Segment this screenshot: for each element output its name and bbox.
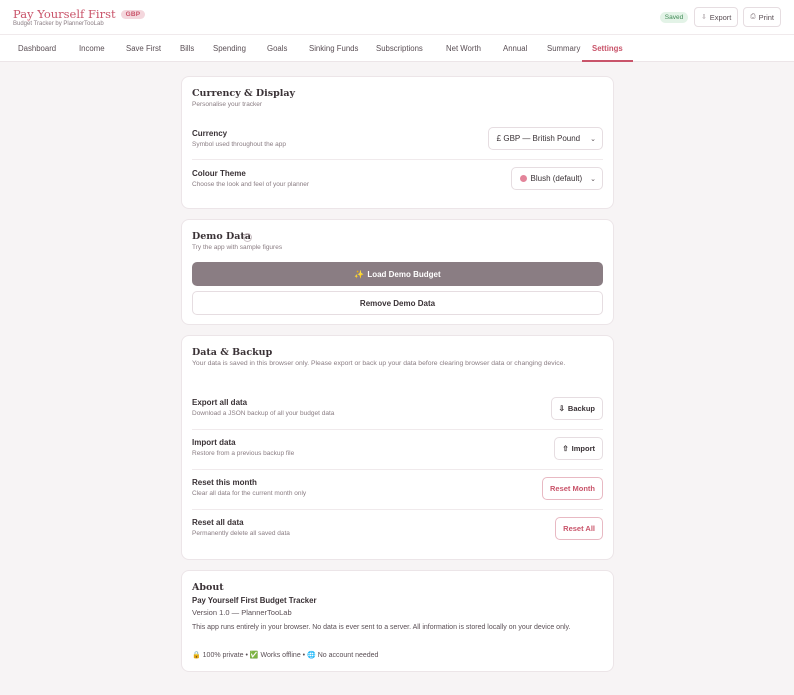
card-title: About [192,582,224,593]
theme-select[interactable]: Blush (default) ⌄ [510,167,603,190]
load-demo-label: Load Demo Budget [367,269,441,279]
reset-month-title: Reset this month [192,478,257,487]
about-card: About Pay Yourself First Budget Tracker … [181,570,614,672]
help-icon[interactable]: ? [243,233,252,242]
data-backup-card: Data & Backup Your data is saved in this… [181,335,614,560]
tab-income[interactable]: Income [79,35,105,62]
reset-all-title: Reset all data [192,518,244,527]
sparkles-icon: ✨ [354,269,365,279]
download-icon: ⇩ [701,14,707,21]
currency-label: Currency [192,129,228,138]
reset-month-button[interactable]: Reset Month [542,477,603,500]
tab-subscriptions[interactable]: Subscriptions [376,35,423,62]
card-subtitle: Try the app with sample figures [192,244,283,251]
backup-description: Your data is saved in this browser only.… [192,360,566,367]
reset-all-description: Permanently delete all saved data [192,530,290,537]
backup-button[interactable]: ⇩ Backup [550,397,603,420]
backup-label: Backup [567,404,595,413]
about-description: This app runs entirely in your browser. … [192,624,571,631]
currency-description: Symbol used throughout the app [192,141,286,148]
app-title: Pay Yourself First [13,7,116,21]
brand: Pay Yourself First GBP Budget Tracker by … [13,7,146,27]
tab-goals[interactable]: Goals [267,35,287,62]
theme-color-dot [519,175,527,182]
import-description: Restore from a previous backup file [192,450,295,457]
about-app-name: Pay Yourself First Budget Tracker [192,596,317,605]
export-all-title: Export all data [192,398,248,407]
card-title: Currency & Display [192,88,296,99]
remove-demo-data-button[interactable]: Remove Demo Data [192,291,603,315]
card-subtitle: Personalise your tracker [192,101,263,108]
about-features: 🔒 100% private • ✅ Works offline • 🌐 No … [192,652,379,659]
tab-settings[interactable]: Settings [582,35,633,62]
chevron-down-icon: ⌄ [590,135,596,143]
print-button[interactable]: ⎙ Print [743,7,781,27]
currency-badge: GBP [120,9,146,19]
tab-spending[interactable]: Spending [213,35,246,62]
header-actions: Saved ⇩ Export ⎙ Print [659,7,781,27]
saved-status-badge: Saved [659,11,689,23]
theme-label: Colour Theme [192,169,246,178]
tab-dashboard[interactable]: Dashboard [18,35,56,62]
import-title: Import data [192,438,236,447]
download-icon: ⇩ [558,404,565,413]
export-all-description: Download a JSON backup of all your budge… [192,410,335,417]
currency-select[interactable]: £ GBP — British Pound ⌄ [487,127,603,150]
reset-all-button[interactable]: Reset All [555,517,603,540]
export-button[interactable]: ⇩ Export [694,7,739,27]
import-button[interactable]: ⇧ Import [554,437,603,460]
card-title: Data & Backup [192,347,273,358]
divider [192,509,603,510]
currency-display-card: Currency & Display Personalise your trac… [181,76,614,209]
divider [192,159,603,160]
reset-month-description: Clear all data for the current month onl… [192,490,307,497]
import-label: Import [571,444,595,453]
tab-net-worth[interactable]: Net Worth [446,35,481,62]
theme-description: Choose the look and feel of your planner [192,181,310,188]
export-label: Export [709,12,732,22]
app-subtitle: Budget Tracker by PlannerTooLab [13,21,104,27]
divider [192,429,603,430]
currency-select-value: £ GBP — British Pound [496,134,581,143]
tab-save-first[interactable]: Save First [126,35,161,62]
divider [192,469,603,470]
upload-icon: ⇧ [562,444,569,453]
load-demo-budget-button[interactable]: ✨ Load Demo Budget [192,262,603,286]
tab-sinking-funds[interactable]: Sinking Funds [309,35,358,62]
chevron-down-icon: ⌄ [590,175,596,183]
tab-summary[interactable]: Summary [547,35,580,62]
printer-icon: ⎙ [750,13,756,20]
theme-select-value: Blush (default) [530,174,583,183]
demo-data-card: Demo Data ? Try the app with sample figu… [181,219,614,325]
tab-annual[interactable]: Annual [503,35,527,62]
about-version: Version 1.0 — PlannerTooLab [192,608,292,617]
print-label: Print [758,12,774,22]
tab-bills[interactable]: Bills [180,35,194,62]
main-nav: Dashboard Income Save First Bills Spendi… [0,34,794,62]
top-header: Pay Yourself First GBP Budget Tracker by … [0,0,794,34]
